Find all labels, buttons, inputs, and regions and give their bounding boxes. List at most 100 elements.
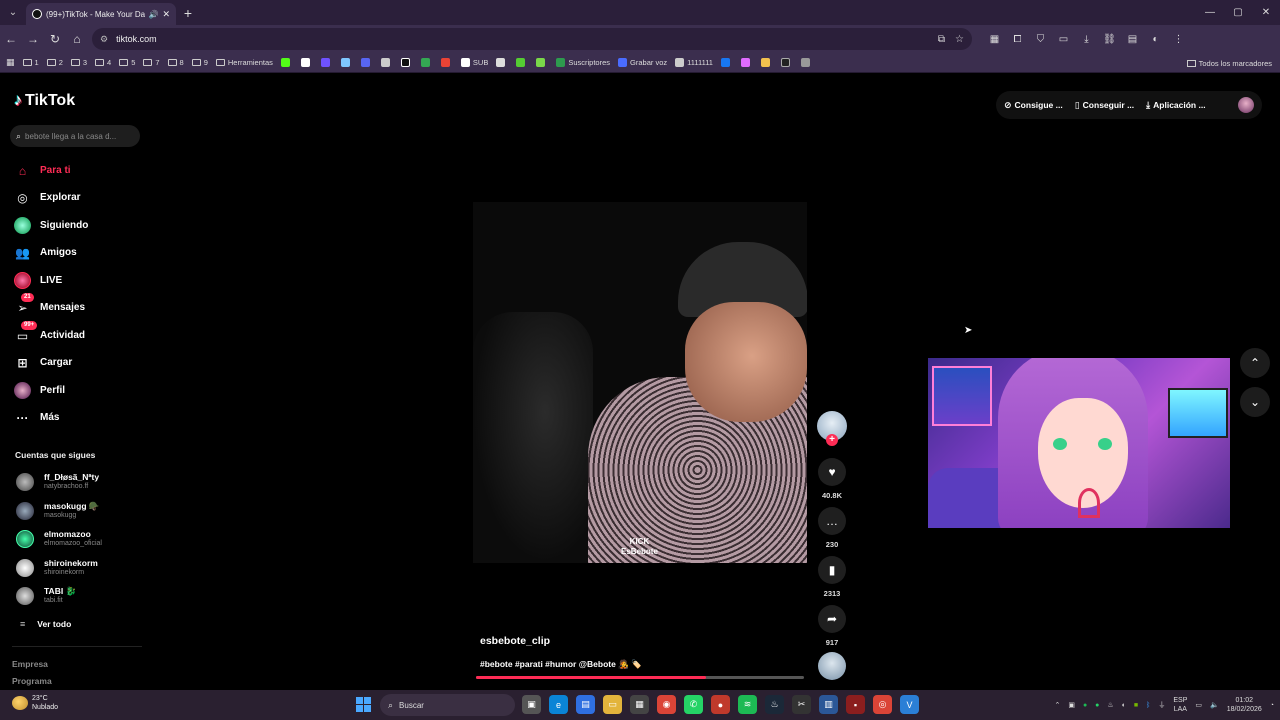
bookmark-folder-7[interactable]: 7 — [143, 58, 160, 67]
task-view-icon[interactable]: ▣ — [522, 695, 541, 714]
following-account[interactable]: elmomazoo elmomazoo_oficial — [16, 529, 102, 548]
bookmark-site-g[interactable] — [780, 58, 793, 67]
back-icon[interactable]: ← — [0, 32, 22, 46]
menu-icon[interactable]: ⋮ — [1170, 34, 1187, 45]
follow-plus-button[interactable]: + — [826, 434, 838, 446]
vegas-icon[interactable]: V — [900, 695, 919, 714]
nav-para-ti[interactable]: ⌂ Para ti — [14, 162, 71, 179]
close-tab-icon[interactable]: ✕ — [162, 9, 170, 20]
apps-icon[interactable]: ▦ — [6, 57, 15, 68]
bookmark-star-icon[interactable]: ☆ — [955, 34, 964, 45]
tiktok-logo[interactable]: ♪ TikTok — [14, 92, 75, 110]
nav-amigos[interactable]: 👥 Amigos — [14, 244, 77, 261]
share-action[interactable]: ➦ 917 — [817, 605, 847, 647]
bookmark-folder-8[interactable]: 8 — [167, 58, 184, 67]
view-all-link[interactable]: ≡ Ver todo — [20, 619, 71, 629]
link-icon[interactable]: ⛓ — [1101, 34, 1118, 45]
bookmark-drive[interactable] — [420, 58, 433, 67]
notifications-icon[interactable]: ◔ — [1270, 702, 1274, 709]
home-icon[interactable]: ⌂ — [66, 32, 88, 46]
tray-chevron-icon[interactable]: ⌃ — [1054, 701, 1060, 709]
bookmark-site-d[interactable] — [380, 58, 393, 67]
previous-video-button[interactable]: ⌃ — [1240, 348, 1270, 378]
extension-icon[interactable]: ▦ — [986, 34, 1003, 45]
following-account[interactable]: ff_Dłøsã_Nªty natybrachoo.ff — [16, 472, 99, 491]
tray-nvidia-icon[interactable]: ■ — [1134, 702, 1138, 709]
bookmark-suscriptores[interactable]: Suscriptores — [556, 58, 610, 67]
spotify-icon[interactable]: ≋ — [738, 695, 757, 714]
taskbar-search[interactable]: ⌕ Buscar — [380, 694, 515, 716]
bookmark-site-b[interactable] — [320, 58, 333, 67]
install-app-icon[interactable]: ⧉ — [938, 34, 945, 45]
sidepanel-icon[interactable]: ▤ — [1124, 34, 1141, 45]
weather-widget[interactable]: 23°C Nublado — [12, 694, 58, 712]
bookmark-h[interactable] — [516, 58, 528, 67]
notepad-icon[interactable]: ▥ — [819, 695, 838, 714]
footer-programa-link[interactable]: Programa — [12, 676, 52, 686]
following-account[interactable]: TABI 🐉 tabi.fit — [16, 586, 76, 605]
all-bookmarks[interactable]: Todos los marcadores — [1186, 53, 1272, 73]
minimize-icon[interactable]: — — [1196, 7, 1224, 18]
network-icon[interactable]: ▭ — [1195, 701, 1202, 709]
bookmark-sub[interactable]: SUB — [460, 58, 488, 67]
new-tab-button[interactable]: + — [176, 5, 200, 21]
download-icon[interactable]: ⤓ — [1078, 34, 1095, 45]
nav-live[interactable]: LIVE — [14, 272, 62, 289]
like-action[interactable]: ♥ 40.8K — [817, 458, 847, 500]
steam-icon[interactable]: ♨ — [765, 695, 784, 714]
bookmark-facebook[interactable] — [720, 58, 733, 67]
search-input[interactable]: ⌕ bebote llega a la casa d... — [10, 125, 140, 147]
tray-spotify-icon[interactable]: ● — [1083, 702, 1087, 709]
profile-icon[interactable]: ◐ — [1147, 34, 1164, 45]
video-description[interactable]: #bebote #parati #humor @Bebote 🧑‍🎤 🏷️ — [480, 659, 642, 670]
chrome-icon[interactable]: ◉ — [657, 695, 676, 714]
save-action[interactable]: ▮ 2313 — [817, 556, 847, 598]
video-author[interactable]: esbebote_clip — [480, 635, 550, 647]
bookmark-gmail[interactable] — [440, 58, 453, 67]
screen-recorder-icon[interactable]: ● — [711, 695, 730, 714]
bookmark-kick[interactable] — [280, 58, 293, 67]
bookmark-site-h[interactable] — [800, 58, 813, 67]
nav-explorar[interactable]: ◎ Explorar — [14, 189, 80, 206]
nav-mas[interactable]: ··· Más — [14, 409, 60, 426]
nav-perfil[interactable]: Perfil — [14, 382, 65, 399]
vpn-icon[interactable]: ⛉ — [1032, 34, 1049, 45]
tray-whatsapp-icon[interactable]: ● — [1095, 702, 1099, 709]
reload-icon[interactable]: ↻ — [44, 32, 66, 46]
following-account[interactable]: shiroinekorm shiroinekorm — [16, 558, 98, 577]
nav-actividad[interactable]: ▭ 99+ Actividad — [14, 321, 85, 344]
tab-search-icon[interactable]: ⌄ — [0, 0, 26, 25]
site-info-icon[interactable]: ⚙ — [100, 34, 108, 45]
bookmark-folder-herramientas[interactable]: Herramientas — [215, 58, 273, 67]
tray-app-icon[interactable]: ▣ — [1068, 701, 1075, 709]
heart-icon[interactable]: ♥ — [818, 458, 846, 486]
bookmark-grid[interactable] — [496, 58, 508, 67]
next-video-button[interactable]: ⌄ — [1240, 387, 1270, 417]
bookmark-folder-9[interactable]: 9 — [191, 58, 208, 67]
desktop-app-button[interactable]: ⤓ Aplicación ... — [1146, 100, 1205, 111]
store-icon[interactable]: ▤ — [576, 695, 595, 714]
video-progress-bar[interactable] — [476, 676, 804, 679]
file-explorer-icon[interactable]: ▭ — [603, 695, 622, 714]
forward-icon[interactable]: → — [22, 32, 44, 46]
tray-usb-icon[interactable]: ⏚ — [1158, 700, 1165, 710]
comment-icon[interactable]: … — [818, 507, 846, 535]
puzzle-icon[interactable]: ⧠ — [1009, 34, 1026, 45]
nav-cargar[interactable]: ⊞ Cargar — [14, 354, 72, 371]
comment-action[interactable]: … 230 — [817, 507, 847, 549]
bookmark-discord[interactable] — [360, 58, 373, 67]
language-indicator[interactable]: ESP LAA — [1173, 696, 1187, 714]
following-account[interactable]: masokugg 🪖 masokugg — [16, 501, 99, 520]
whatsapp-icon[interactable]: ✆ — [684, 695, 703, 714]
bookmark-grabar-voz[interactable]: Grabar voz — [618, 58, 667, 67]
capcut-icon[interactable]: ✂ — [792, 695, 811, 714]
footer-empresa-link[interactable]: Empresa — [12, 659, 48, 669]
clock[interactable]: 01:02 18/02/2026 — [1227, 696, 1262, 714]
get-coins-button[interactable]: ⊘ Consigue ... — [1004, 100, 1063, 111]
url-input[interactable]: ⚙ tiktok.com ⧉ ☆ — [92, 28, 972, 50]
bookmark-x[interactable] — [536, 58, 548, 67]
bookmark-folder-5[interactable]: 5 — [119, 58, 135, 67]
bookmark-folder-4[interactable]: 4 — [95, 58, 111, 67]
maximize-icon[interactable]: ▢ — [1224, 7, 1252, 18]
chrome-profile-icon[interactable]: ◎ — [873, 695, 892, 714]
